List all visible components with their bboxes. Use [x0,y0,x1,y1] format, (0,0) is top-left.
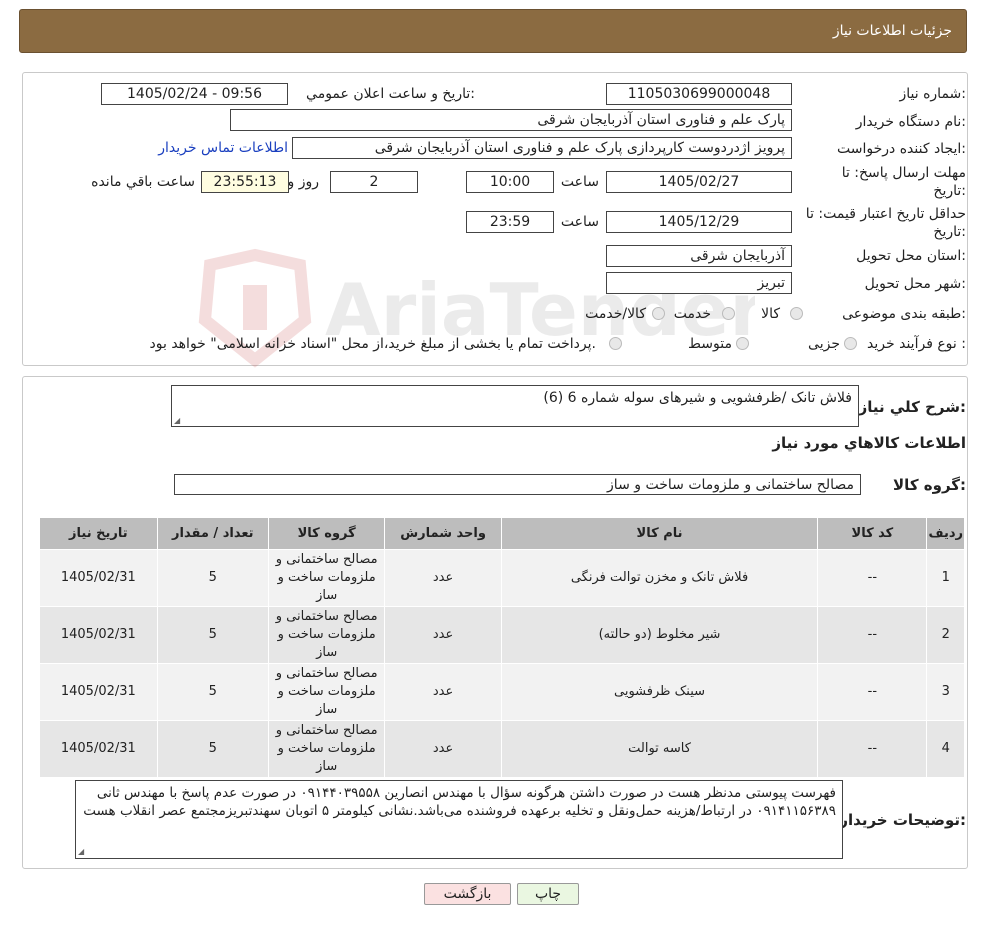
process-minor-radio[interactable] [844,337,857,350]
row-date: 1405/02/31 [39,549,158,607]
page-title: جزئیات اطلاعات نیاز [832,23,952,39]
notes-resize-handle-icon[interactable]: ◢ [78,847,86,856]
row-group: مصالح ساختمانی و ملزومات ساخت و ساز [267,720,386,778]
col-unit: واحد شمارش [384,517,502,550]
row-code: -- [817,663,928,721]
print-button[interactable]: چاپ [517,883,579,905]
validity-time-label: ساعت [560,214,599,230]
resize-handle-icon[interactable]: ◢ [174,416,182,425]
remaining-time-field: 23:55:13 [201,171,289,193]
row-index: 1 [926,549,965,607]
row-code: -- [817,606,928,664]
validity-time-field: 23:59 [466,211,554,233]
table-row: 2 -- شیر مخلوط (دو حالته) عدد مصالح ساخت… [39,606,965,664]
city-field: تبریز [606,272,792,294]
validity-label: حداقل تاریخ اعتبار قیمت: تا [805,206,966,222]
table-row: 3 -- سینک ظرفشویی عدد مصالح ساختمانی و م… [39,663,965,721]
days-field: 2 [330,171,418,193]
goods-info-title: اطلاعات كالاهاي مورد نياز [772,434,966,452]
city-label: شهر محل تحویل: [864,276,966,292]
announce-label: تاریخ و ساعت اعلان عمومي: [306,86,475,102]
row-qty: 5 [156,663,269,721]
validity-date-field: 1405/12/29 [606,211,792,233]
row-index: 4 [926,720,965,778]
deadline-label: مهلت ارسال پاسخ: تا [841,165,966,181]
row-date: 1405/02/31 [39,720,158,778]
page-header: جزئیات اطلاعات نیاز [19,9,967,53]
row-code: -- [817,549,928,607]
need-number-label: شماره نیاز: [899,86,966,102]
buyer-field: پارک علم و فناوری استان آذربایجان شرقی [230,109,792,131]
description-label: شرح كلي نياز: [858,398,966,416]
goods-group-field: مصالح ساختمانی و ملزومات ساخت و ساز [174,474,861,495]
row-index: 2 [926,606,965,664]
col-date: تاريخ نياز [39,517,158,550]
row-group: مصالح ساختمانی و ملزومات ساخت و ساز [267,663,386,721]
creator-field: پرویز اژدردوست کارپردازی پارک علم و فناو… [292,137,792,159]
category-goods-label: کالا [761,306,780,322]
row-name: شیر مخلوط (دو حالته) [500,606,819,664]
col-name: نام كالا [500,517,819,550]
row-name: سینک ظرفشویی [500,663,819,721]
province-field: آذربایجان شرقی [606,245,792,267]
category-service-radio[interactable] [722,307,735,320]
buyer-label: نام دستگاه خريدار: [855,114,966,130]
process-minor-label: جزیی [808,336,840,352]
table-row: 1 -- فلاش تانک و مخزن توالت فرنگی عدد مص… [39,549,965,607]
deadline-label-date: تاریخ: [933,183,966,199]
row-unit: عدد [384,549,502,607]
table-row: 4 -- کاسه توالت عدد مصالح ساختمانی و ملز… [39,720,965,778]
process-medium-label: متوسط [688,336,732,352]
row-unit: عدد [384,663,502,721]
buyer-contact-link[interactable]: اطلاعات تماس خریدار [158,140,288,156]
row-group: مصالح ساختمانی و ملزومات ساخت و ساز [267,549,386,607]
row-qty: 5 [156,549,269,607]
row-code: -- [817,720,928,778]
province-label: استان محل تحویل: [856,248,966,264]
row-date: 1405/02/31 [39,606,158,664]
process-treasury-radio[interactable] [609,337,622,350]
creator-label: ايجاد كننده درخواست: [837,141,966,157]
col-code: كد كالا [817,517,928,550]
process-note: پرداخت تمام یا بخشی از مبلغ خرید،از محل … [149,336,596,352]
description-textarea[interactable]: فلاش تانک /ظرفشویی و شیرهای سوله شماره 6… [171,385,859,427]
col-group: گروه كالا [267,517,386,550]
buyer-notes-textarea[interactable]: فهرست پیوستی مدنظر هست در صورت داشتن هرگ… [75,780,843,859]
buyer-notes-label: توضیحات خریدار: [839,811,966,829]
row-name: کاسه توالت [500,720,819,778]
category-label: طبقه بندی موضوعی: [842,306,966,322]
row-qty: 5 [156,606,269,664]
row-group: مصالح ساختمانی و ملزومات ساخت و ساز [267,606,386,664]
remaining-label: ساعت باقي مانده [91,174,195,190]
deadline-date-field: 1405/02/27 [606,171,792,193]
row-index: 3 [926,663,965,721]
row-date: 1405/02/31 [39,663,158,721]
table-header-row: رديف كد كالا نام كالا واحد شمارش گروه كا… [39,517,965,550]
goods-group-label: گروه کالا: [893,476,966,494]
category-both-label: کالا/خدمت [585,306,646,322]
category-service-label: خدمت [673,306,711,322]
category-goods-radio[interactable] [790,307,803,320]
validity-label-date: تاریخ: [933,224,966,240]
col-qty: تعداد / مقدار [156,517,269,550]
need-number-field: 1105030699000048 [606,83,792,105]
days-label: روز و [287,174,320,190]
back-button[interactable]: بازگشت [424,883,511,905]
row-qty: 5 [156,720,269,778]
col-index: رديف [926,517,965,550]
deadline-time-field: 10:00 [466,171,554,193]
process-label: نوع فرآیند خرید : [867,336,966,352]
row-unit: عدد [384,720,502,778]
goods-table: رديف كد كالا نام كالا واحد شمارش گروه كا… [39,517,965,778]
announce-field: 1405/02/24 - 09:56 [101,83,288,105]
process-medium-radio[interactable] [736,337,749,350]
row-name: فلاش تانک و مخزن توالت فرنگی [500,549,819,607]
deadline-time-label: ساعت [560,174,599,190]
category-both-radio[interactable] [652,307,665,320]
row-unit: عدد [384,606,502,664]
